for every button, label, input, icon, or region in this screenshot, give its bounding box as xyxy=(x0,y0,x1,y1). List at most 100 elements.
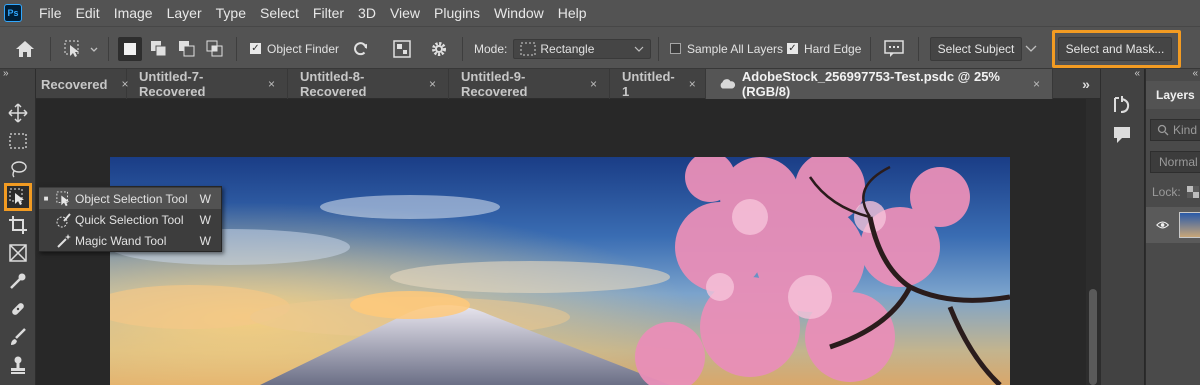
menu-image[interactable]: Image xyxy=(107,0,160,26)
lock-transparent-pixels-icon[interactable] xyxy=(1186,186,1199,198)
tab-overflow-button[interactable]: » xyxy=(1072,69,1100,99)
eyedropper-icon xyxy=(10,273,26,289)
menu-3d[interactable]: 3D xyxy=(351,0,383,26)
crop-tool[interactable] xyxy=(4,211,32,239)
history-icon xyxy=(1114,96,1130,113)
magic-wand-icon xyxy=(57,233,71,248)
object-finder-label: Object Finder xyxy=(267,41,340,56)
mode-control: Mode: Rectangle xyxy=(474,27,652,70)
blend-mode-value: Normal xyxy=(1159,155,1198,169)
object-finder-checkbox[interactable]: ✓ Object Finder xyxy=(250,27,339,70)
sample-all-layers-label: Sample All Layers xyxy=(687,41,784,56)
close-icon[interactable]: × xyxy=(689,77,696,91)
close-icon[interactable]: × xyxy=(429,77,436,91)
show-all-objects-icon xyxy=(393,39,411,58)
mode-value: Rectangle xyxy=(540,41,595,56)
menu-plugins[interactable]: Plugins xyxy=(427,0,487,26)
close-icon[interactable]: × xyxy=(1033,77,1040,91)
frame-tool[interactable] xyxy=(4,239,32,267)
move-tool[interactable] xyxy=(4,99,32,127)
add-to-selection-button[interactable] xyxy=(150,27,168,70)
add-to-selection-icon xyxy=(151,40,167,56)
menu-help[interactable]: Help xyxy=(551,0,594,26)
settings-button[interactable] xyxy=(430,27,448,70)
tab-label: Untitled-1 xyxy=(622,69,675,99)
layers-tab[interactable]: Layers xyxy=(1146,81,1200,109)
hard-edge-check-icon: ✓ xyxy=(787,42,798,54)
eyedropper-tool[interactable] xyxy=(4,267,32,295)
close-icon[interactable]: × xyxy=(590,77,597,91)
lasso-tool[interactable] xyxy=(4,155,32,183)
tab-untitled-9[interactable]: Untitled-9-Recovered × xyxy=(449,69,610,99)
object-selection-tool[interactable] xyxy=(4,183,32,211)
layer-filter-placeholder: Kind xyxy=(1173,123,1198,137)
toolbar-collapse-button[interactable]: » xyxy=(3,68,9,79)
layer-filter-search[interactable]: Kind xyxy=(1150,119,1200,141)
select-and-mask-highlight xyxy=(1052,30,1181,68)
mode-select[interactable]: Rectangle xyxy=(513,38,652,59)
feedback-button[interactable] xyxy=(884,27,904,70)
brush-tool[interactable] xyxy=(4,323,32,351)
speech-bubble-icon xyxy=(884,39,904,57)
new-selection-button[interactable] xyxy=(118,27,142,70)
cloud-icon xyxy=(720,79,736,89)
scrollbar-thumb[interactable] xyxy=(1089,289,1097,385)
intersect-selection-button[interactable] xyxy=(206,27,224,70)
vertical-scrollbar[interactable] xyxy=(1086,99,1100,385)
menu-filter[interactable]: Filter xyxy=(306,0,351,26)
eye-visibility-icon[interactable] xyxy=(1156,220,1170,230)
panel-collapse-button[interactable]: « xyxy=(1134,68,1140,79)
layers-tab-label: Layers xyxy=(1156,88,1195,102)
blend-mode-select[interactable]: Normal xyxy=(1150,151,1200,173)
history-panel-button[interactable] xyxy=(1112,95,1132,118)
hard-edge-checkbox[interactable]: ✓ Hard Edge xyxy=(787,27,861,70)
tab-adobestock-active[interactable]: AdobeStock_256997753-Test.psdc @ 25% (RG… xyxy=(706,69,1053,99)
comments-panel-button[interactable] xyxy=(1112,125,1132,148)
menu-file[interactable]: File xyxy=(32,0,69,26)
refresh-icon xyxy=(354,41,367,55)
select-subject-label: Select Subject xyxy=(937,41,1015,56)
flyout-magic-wand-tool[interactable]: Magic Wand Tool W xyxy=(39,230,221,251)
photoshop-logo-icon[interactable]: Ps xyxy=(4,4,22,22)
bandage-icon xyxy=(12,303,24,315)
flyout-object-selection-tool[interactable]: ■ Object Selection Tool W xyxy=(39,188,221,209)
refresh-button[interactable] xyxy=(352,27,370,70)
layer-row[interactable] xyxy=(1146,207,1200,243)
select-subject-button[interactable]: Select Subject xyxy=(930,36,1022,61)
menu-select[interactable]: Select xyxy=(253,0,306,26)
home-button[interactable] xyxy=(14,27,36,70)
menu-window[interactable]: Window xyxy=(487,0,551,26)
sample-all-layers-checkbox[interactable]: Sample All Layers xyxy=(670,27,783,70)
healing-brush-tool[interactable] xyxy=(4,295,32,323)
menu-type[interactable]: Type xyxy=(209,0,253,26)
tab-untitled-8[interactable]: Untitled-8-Recovered × xyxy=(288,69,449,99)
tab-label: Recovered xyxy=(41,76,108,92)
layers-panel: « Layers Kind Normal Lock: xyxy=(1145,69,1200,385)
tab-recovered[interactable]: Recovered × xyxy=(36,69,129,99)
show-all-objects-button[interactable] xyxy=(393,27,411,70)
document-canvas[interactable] xyxy=(110,157,1010,385)
tool-preset-picker[interactable] xyxy=(62,27,98,70)
search-icon xyxy=(1157,124,1169,136)
comment-icon xyxy=(1114,127,1130,143)
object-selection-icon xyxy=(56,190,70,206)
flyout-quick-selection-tool[interactable]: Quick Selection Tool W xyxy=(39,209,221,230)
tab-untitled-7[interactable]: Untitled-7-Recovered × xyxy=(127,69,288,99)
panel-expand-button[interactable]: « xyxy=(1192,69,1198,79)
select-subject-dropdown[interactable] xyxy=(1024,27,1038,70)
lock-row: Lock: xyxy=(1152,185,1199,199)
tab-untitled-1[interactable]: Untitled-1 × xyxy=(610,69,706,99)
intersect-selection-icon xyxy=(206,40,223,56)
menu-view[interactable]: View xyxy=(383,0,427,26)
menu-layer[interactable]: Layer xyxy=(160,0,209,26)
clone-stamp-tool[interactable] xyxy=(4,351,32,379)
move-icon xyxy=(8,103,28,123)
close-icon[interactable]: × xyxy=(268,77,275,91)
layer-thumbnail xyxy=(1179,212,1200,238)
subtract-from-selection-button[interactable] xyxy=(178,27,196,70)
current-tool-bullet-icon: ■ xyxy=(43,194,49,203)
menu-edit[interactable]: Edit xyxy=(69,0,107,26)
stamp-icon xyxy=(11,356,25,374)
lasso-icon xyxy=(11,161,27,178)
marquee-tool[interactable] xyxy=(4,127,32,155)
